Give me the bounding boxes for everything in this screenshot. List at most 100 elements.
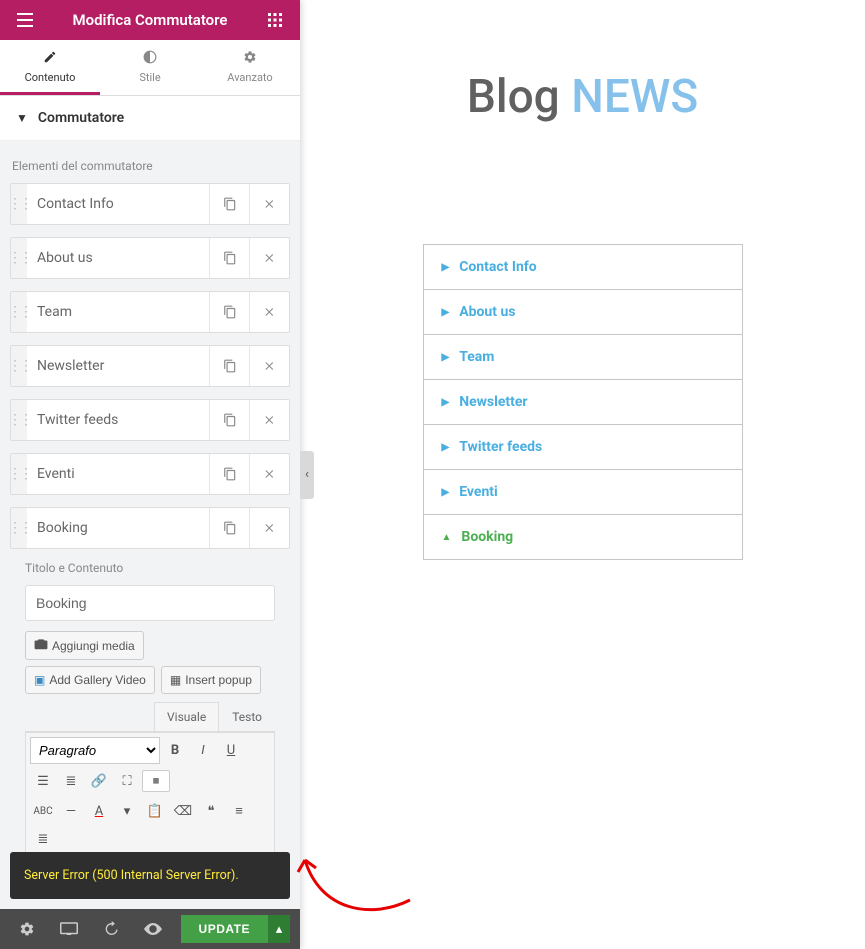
toolbar-toggle-button[interactable]: ▦: [142, 770, 170, 792]
accordion-item[interactable]: ▶ Twitter feeds: [424, 425, 742, 470]
switcher-item[interactable]: ⋮⋮Contact Info: [10, 183, 290, 225]
section-commutatore[interactable]: ▼ Commutatore: [0, 96, 300, 141]
delete-icon[interactable]: [249, 292, 289, 332]
switcher-item[interactable]: ⋮⋮About us: [10, 237, 290, 279]
accordion-widget: ▶Contact Info▶About us▶Team▶Newsletter▶T…: [423, 244, 743, 560]
pencil-icon: [43, 50, 57, 67]
delete-icon[interactable]: [249, 400, 289, 440]
drag-handle-icon[interactable]: ⋮⋮: [11, 238, 27, 278]
caret-down-icon: ▼: [16, 111, 28, 125]
accordion-item-label: Team: [459, 349, 494, 365]
strike-button[interactable]: ABC: [30, 798, 56, 824]
clear-formatting-button[interactable]: ⌫: [170, 798, 196, 824]
accordion-item[interactable]: ▶Team: [424, 335, 742, 380]
drag-handle-icon[interactable]: ⋮⋮: [11, 508, 27, 548]
switcher-item-label: Newsletter: [27, 346, 209, 386]
bullet-list-button[interactable]: ☰: [30, 768, 56, 794]
delete-icon[interactable]: [249, 238, 289, 278]
switcher-item[interactable]: ⋮⋮Newsletter: [10, 345, 290, 387]
accordion-item[interactable]: ▶Eventi: [424, 470, 742, 515]
hr-button[interactable]: —: [58, 798, 84, 824]
format-select[interactable]: Paragrafo: [30, 737, 160, 764]
duplicate-icon[interactable]: [209, 184, 249, 224]
accordion-item[interactable]: ▶Contact Info: [424, 245, 742, 290]
update-button[interactable]: UPDATE: [181, 915, 268, 943]
align-center-button[interactable]: ≣: [30, 826, 56, 852]
text-color-button[interactable]: A: [86, 798, 112, 824]
switcher-item[interactable]: ⋮⋮Eventi: [10, 453, 290, 495]
title-input[interactable]: [25, 585, 275, 621]
responsive-icon[interactable]: [48, 909, 90, 949]
duplicate-icon[interactable]: [209, 400, 249, 440]
text-color-dropdown[interactable]: ▾: [114, 798, 140, 824]
caret-up-icon: ▲: [442, 532, 452, 543]
panel-header: Modifica Commutatore: [0, 0, 300, 40]
accordion-item-label: Contact Info: [459, 259, 537, 275]
switcher-item[interactable]: ⋮⋮Twitter feeds: [10, 399, 290, 441]
accordion-item[interactable]: ▶About us: [424, 290, 742, 335]
paste-button[interactable]: 📋: [142, 798, 168, 824]
switcher-item-label: Booking: [27, 508, 209, 548]
gear-icon: [243, 50, 257, 67]
widgets-icon[interactable]: [260, 13, 290, 27]
live-preview: Blog NEWS ▶Contact Info▶About us▶Team▶Ne…: [300, 0, 865, 949]
switcher-item-label: About us: [27, 238, 209, 278]
bottom-bar: UPDATE ▴: [0, 909, 300, 949]
switcher-item[interactable]: ⋮⋮Booking: [10, 507, 290, 549]
fullscreen-button[interactable]: ⛶: [114, 768, 140, 794]
hero-heading: Blog NEWS: [308, 70, 857, 124]
tab-advanced[interactable]: Avanzato: [200, 40, 300, 95]
caret-right-icon: ▶: [442, 442, 450, 453]
numbered-list-button[interactable]: ≣: [58, 768, 84, 794]
delete-icon[interactable]: [249, 346, 289, 386]
update-dropdown[interactable]: ▴: [268, 915, 290, 943]
align-left-button[interactable]: ≡: [226, 798, 252, 824]
switcher-item-label: Twitter feeds: [27, 400, 209, 440]
switcher-item[interactable]: ⋮⋮Team: [10, 291, 290, 333]
settings-icon[interactable]: [6, 909, 48, 949]
add-gallery-video-button[interactable]: ▣ Add Gallery Video: [25, 666, 155, 694]
editor-tab-visual[interactable]: Visuale: [154, 702, 219, 731]
delete-icon[interactable]: [249, 508, 289, 548]
duplicate-icon[interactable]: [209, 508, 249, 548]
delete-icon[interactable]: [249, 454, 289, 494]
switcher-item-label: Eventi: [27, 454, 209, 494]
duplicate-icon[interactable]: [209, 346, 249, 386]
drag-handle-icon[interactable]: ⋮⋮: [11, 400, 27, 440]
accordion-item-label: Twitter feeds: [459, 439, 542, 455]
camera-icon: [34, 638, 48, 653]
contrast-icon: [143, 50, 157, 67]
accordion-item-label: Newsletter: [459, 394, 527, 410]
accordion-item[interactable]: ▲ Booking: [424, 515, 742, 559]
caret-right-icon: ▶: [442, 397, 450, 408]
tab-content[interactable]: Contenuto: [0, 40, 100, 95]
underline-button[interactable]: U: [218, 738, 244, 764]
duplicate-icon[interactable]: [209, 454, 249, 494]
tab-style[interactable]: Stile: [100, 40, 200, 95]
duplicate-icon[interactable]: [209, 238, 249, 278]
menu-icon[interactable]: [10, 13, 40, 27]
delete-icon[interactable]: [249, 184, 289, 224]
preview-icon[interactable]: [132, 909, 174, 949]
link-button[interactable]: 🔗: [86, 768, 112, 794]
editor-tab-text[interactable]: Testo: [219, 702, 275, 731]
accordion-item[interactable]: ▶ Newsletter: [424, 380, 742, 425]
add-media-button[interactable]: Aggiungi media: [25, 631, 144, 660]
panel-collapse-handle[interactable]: ‹: [300, 451, 314, 499]
duplicate-icon[interactable]: [209, 292, 249, 332]
chevron-left-icon: ‹: [305, 467, 309, 482]
history-icon[interactable]: [90, 909, 132, 949]
insert-popup-button[interactable]: ▦ Insert popup: [161, 666, 261, 694]
title-section-label: Titolo e Contenuto: [25, 561, 275, 575]
blockquote-button[interactable]: ❝: [198, 798, 224, 824]
bold-button[interactable]: B: [162, 738, 188, 764]
drag-handle-icon[interactable]: ⋮⋮: [11, 454, 27, 494]
popup-icon: ▦: [170, 673, 181, 687]
drag-handle-icon[interactable]: ⋮⋮: [11, 292, 27, 332]
italic-button[interactable]: I: [190, 738, 216, 764]
accordion-item-label: Eventi: [459, 484, 498, 500]
caret-right-icon: ▶: [442, 307, 450, 318]
drag-handle-icon[interactable]: ⋮⋮: [11, 184, 27, 224]
accordion-item-label: Booking: [461, 529, 513, 545]
drag-handle-icon[interactable]: ⋮⋮: [11, 346, 27, 386]
